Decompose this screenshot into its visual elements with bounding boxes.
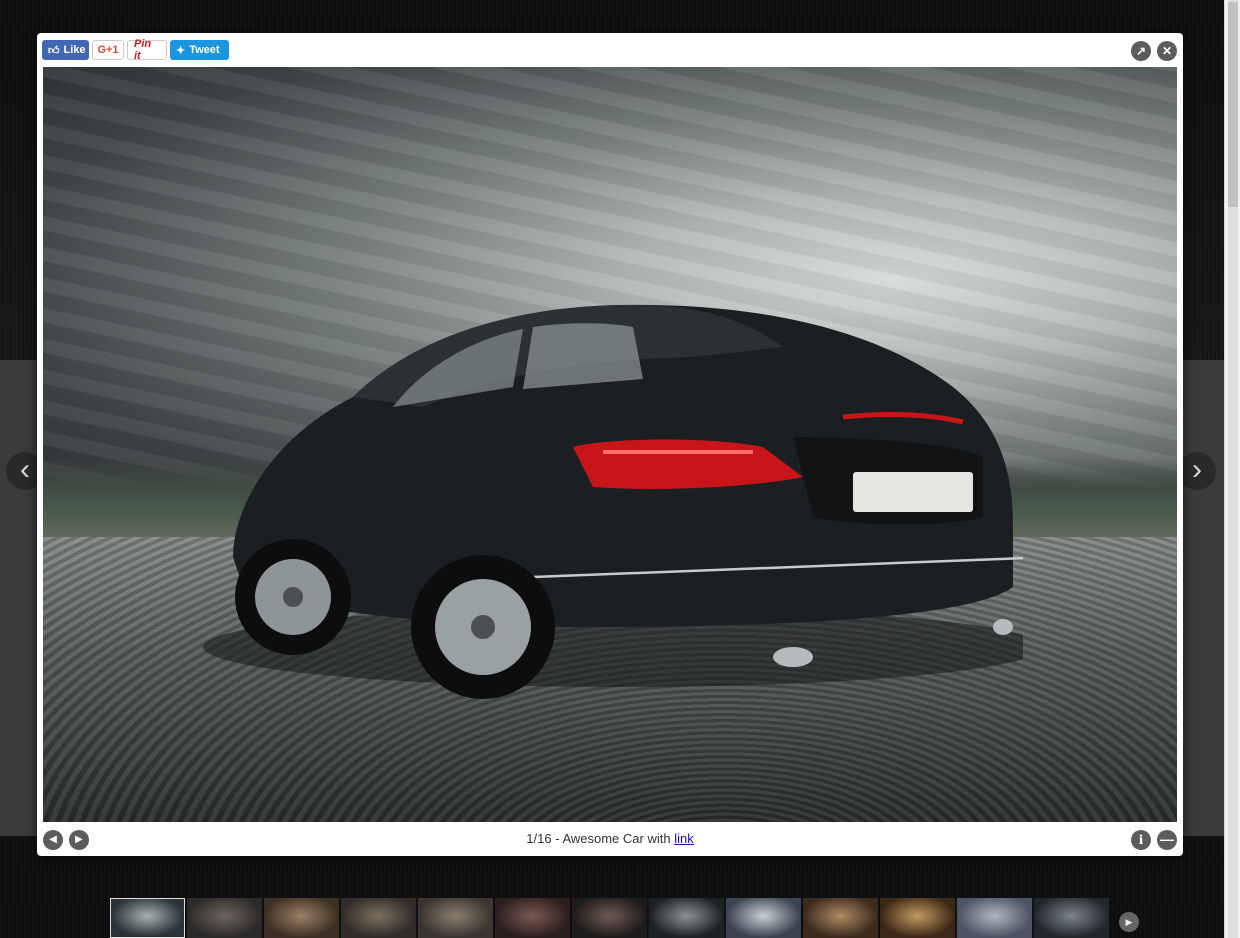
tweet-label: Tweet [189, 44, 220, 56]
social-share-bar: 👍︎ Like G+1 Pin it ✦ Tweet [42, 38, 229, 62]
page-scrollbar[interactable] [1224, 0, 1240, 938]
facebook-like-button[interactable]: 👍︎ Like [42, 40, 89, 60]
info-icon[interactable]: i [1131, 830, 1151, 850]
lightbox: 👍︎ Like G+1 Pin it ✦ Tweet ↗ ✕ ◀ ▶ 1/16 … [37, 33, 1183, 856]
pinterest-button[interactable]: Pin it [127, 38, 167, 62]
thumbnail-woman-coat[interactable] [264, 898, 339, 938]
thumbnail-car-1[interactable] [110, 898, 185, 938]
background-next-arrow-icon[interactable]: › [1178, 452, 1216, 490]
close-icon[interactable]: ✕ [1157, 41, 1177, 61]
thumbnail-woman-hat[interactable] [726, 898, 801, 938]
thumbnail-car-2[interactable] [649, 898, 724, 938]
photo-caption: 1/16 - Awesome Car with link [37, 831, 1183, 846]
minimize-icon[interactable]: — [1157, 830, 1177, 850]
thumbnail-woman-portrait[interactable] [1034, 898, 1109, 938]
pin-label: Pin it [134, 38, 152, 62]
twitter-bird-icon: ✦ [176, 44, 186, 57]
tweet-button[interactable]: ✦ Tweet [170, 40, 229, 60]
caption-link[interactable]: link [674, 831, 694, 846]
like-label: Like [63, 44, 86, 56]
google-plus-button[interactable]: G+1 [92, 40, 124, 60]
expand-icon[interactable]: ↗ [1131, 41, 1151, 61]
thumbnail-man-winter[interactable] [957, 898, 1032, 938]
scrollbar-thumb[interactable] [1228, 2, 1238, 207]
thumbnails-next-icon[interactable]: ▶ [1119, 912, 1139, 932]
caption-separator: - [551, 831, 563, 846]
caption-counter: 1/16 [526, 831, 552, 846]
gplus-label: G+1 [97, 44, 119, 56]
thumbnail-man-sitting[interactable] [341, 898, 416, 938]
thumbnail-man-hat[interactable] [187, 898, 262, 938]
caption-text: Awesome Car with [562, 831, 675, 846]
main-photo [43, 67, 1177, 822]
thumbnail-woman-blonde[interactable] [803, 898, 878, 938]
lightbox-bottom-bar: ◀ ▶ 1/16 - Awesome Car with link i — [37, 825, 1183, 853]
thumbnail-woman-fur[interactable] [880, 898, 955, 938]
car-illustration [203, 304, 1023, 699]
thumbnail-woman-red[interactable] [495, 898, 570, 938]
thumbnail-man-portrait[interactable] [418, 898, 493, 938]
thumbs-up-icon: 👍︎ [48, 44, 60, 57]
thumbnail-woman-dark[interactable] [572, 898, 647, 938]
thumbnail-strip [110, 898, 1110, 938]
